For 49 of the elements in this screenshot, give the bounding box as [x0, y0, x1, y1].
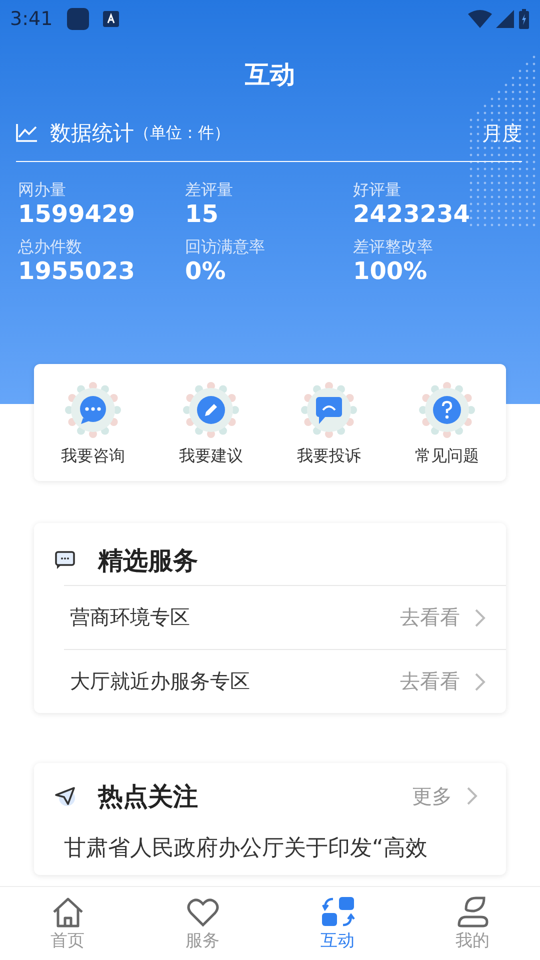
- stat-label: 差评量: [185, 180, 234, 201]
- stat-label: 总办件数: [18, 237, 83, 258]
- view-link: 去看看: [400, 604, 460, 631]
- stat-value: 0%: [185, 258, 227, 284]
- service-row[interactable]: 大厅就近办服务专区 去看看: [64, 649, 506, 713]
- stat-value: 100%: [353, 258, 428, 284]
- paper-plane-icon: [54, 785, 76, 807]
- tab-item[interactable]: 互动: [288, 887, 388, 960]
- service-row[interactable]: 营商环境专区 去看看: [64, 585, 506, 649]
- section-title: 热点关注: [98, 780, 198, 812]
- pencil-icon: [181, 380, 241, 440]
- stat-label: 差评整改率: [353, 237, 434, 258]
- stat-label: 回访满意率: [185, 237, 266, 258]
- chat-bubble-icon: [63, 380, 123, 440]
- message-icon: [54, 550, 76, 570]
- interaction-icon: [320, 895, 354, 929]
- home-icon: [50, 895, 84, 929]
- chevron-right-icon: [474, 608, 486, 628]
- stats-title: 数据统计: [50, 120, 134, 147]
- service-name: 大厅就近办服务专区: [70, 668, 250, 695]
- action-button[interactable]: 我要咨询: [61, 380, 125, 467]
- stat-value: 15: [185, 201, 220, 227]
- period-selector[interactable]: 月度: [482, 120, 522, 146]
- page-title: 互动: [244, 59, 296, 91]
- line-chart-icon: [16, 124, 38, 142]
- news-headline[interactable]: 甘肃省人民政府办公厅关于印发“高效: [64, 833, 476, 863]
- message-icon: [299, 380, 359, 440]
- stat-value: 1599429: [18, 201, 136, 227]
- stat-label: 好评量: [353, 180, 402, 201]
- stat-value: 2423234: [353, 201, 471, 227]
- wifi-icon: [468, 10, 492, 28]
- chevron-right-icon: [474, 672, 486, 692]
- app-notification-icon: [66, 8, 89, 30]
- action-button[interactable]: 我要建议: [179, 380, 243, 467]
- battery-icon: [518, 9, 530, 29]
- status-time: 3:41: [10, 8, 53, 30]
- user-icon: [456, 895, 490, 929]
- stat-label: 网办量: [18, 180, 67, 201]
- action-button[interactable]: 我要投诉: [297, 380, 361, 467]
- service-name: 营商环境专区: [70, 604, 190, 631]
- question-icon: [417, 380, 477, 440]
- keyboard-icon: [102, 11, 119, 27]
- stats-unit: （单位：件）: [134, 122, 230, 144]
- signal-icon: [496, 10, 514, 28]
- chevron-right-icon: [466, 786, 478, 806]
- action-button[interactable]: 常见问题: [415, 380, 479, 467]
- section-title: 精选服务: [98, 544, 198, 576]
- view-link: 去看看: [400, 668, 460, 695]
- stat-value: 1955023: [18, 258, 136, 284]
